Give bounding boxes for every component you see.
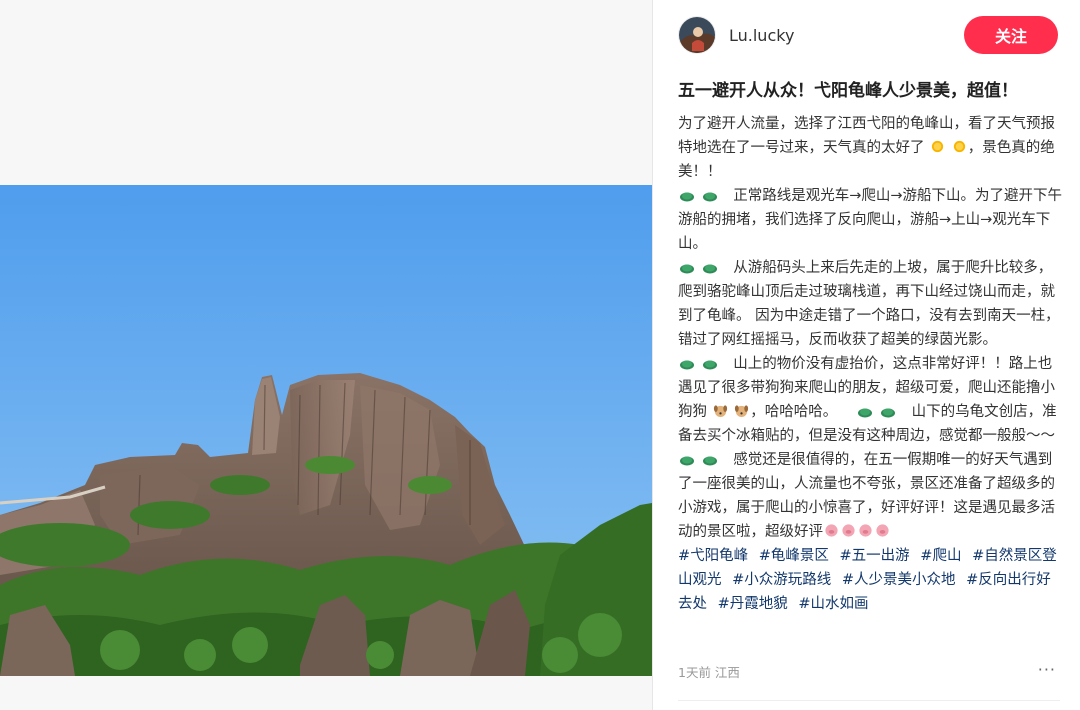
tag-link[interactable]: #龟峰景区	[759, 548, 829, 564]
turtle-emoji-icon	[680, 360, 694, 370]
paragraph-3-text: 从游船码头上来后先走的上坡，属于爬升比较多，爬到骆驼峰山顶后走过玻璃栈道，再下山…	[678, 260, 1060, 348]
turtle-emoji-icon	[702, 264, 717, 274]
turtle-emoji-icon	[680, 456, 694, 466]
tag-link[interactable]: #山水如画	[798, 596, 868, 612]
paragraph-3: 从游船码头上来后先走的上坡，属于爬升比较多，爬到骆驼峰山顶后走过玻璃栈道，再下山…	[678, 256, 1063, 352]
post-time-location: 1天前 江西	[678, 665, 740, 680]
note-detail-pane: Lu.lucky 关注 五一避开人从众！弋阳龟峰人少景美，超值！ 为了避开人流量…	[653, 0, 1080, 710]
pig-emoji-icon	[842, 524, 855, 537]
dog-emoji-icon	[713, 405, 727, 418]
tag-link[interactable]: #爬山	[920, 548, 961, 564]
section-divider	[678, 700, 1060, 701]
tag-list: #弋阳龟峰 #龟峰景区 #五一出游 #爬山 #自然景区登山观光 #小众游玩路线 …	[678, 544, 1063, 616]
note-title: 五一避开人从众！弋阳龟峰人少景美，超值！	[678, 81, 1018, 101]
avatar-image	[679, 17, 715, 53]
mountain-landscape-image	[0, 185, 652, 676]
pig-emoji-icon	[876, 524, 889, 537]
tag-link[interactable]: #小众游玩路线	[732, 572, 831, 588]
media-pane	[0, 0, 652, 710]
more-options-button[interactable]: ···	[1038, 660, 1056, 679]
turtle-emoji-icon	[702, 456, 717, 466]
paragraph-4: 山上的物价没有虚抬价，这点非常好评！！路上也遇见了很多带狗狗来爬山的朋友，超级可…	[678, 352, 1063, 448]
note-content: 五一避开人从众！弋阳龟峰人少景美，超值！ 为了避开人流量，选择了江西弋阳的龟峰山…	[678, 78, 1063, 616]
paragraph-4-text-b: ，哈哈哈哈。	[750, 404, 838, 420]
sun-emoji-icon	[953, 140, 965, 153]
sun-emoji-icon	[931, 140, 944, 153]
turtle-emoji-icon	[858, 408, 873, 418]
turtle-emoji-icon	[680, 192, 694, 202]
paragraph-1: 为了避开人流量，选择了江西弋阳的龟峰山，看了天气预报特地选在了一号过来，天气真的…	[678, 112, 1063, 184]
avatar[interactable]	[678, 16, 716, 54]
tag-link[interactable]: #人少景美小众地	[842, 572, 956, 588]
post-photo[interactable]	[0, 185, 652, 676]
follow-button[interactable]: 关注	[964, 16, 1058, 54]
tag-link[interactable]: #弋阳龟峰	[678, 548, 748, 564]
turtle-emoji-icon	[881, 408, 896, 418]
paragraph-5: 感觉还是很值得的，在五一假期唯一的好天气遇到了一座很美的山，人流量也不夸张，景区…	[678, 448, 1063, 544]
pig-emoji-icon	[825, 524, 838, 537]
note-body: 为了避开人流量，选择了江西弋阳的龟峰山，看了天气预报特地选在了一号过来，天气真的…	[678, 112, 1063, 616]
paragraph-2-text: 正常路线是观光车→爬山→游船下山。为了避开下午游船的拥堵，我们选择了反向爬山，游…	[678, 188, 1063, 252]
tag-link[interactable]: #五一出游	[840, 548, 910, 564]
paragraph-2: 正常路线是观光车→爬山→游船下山。为了避开下午游船的拥堵，我们选择了反向爬山，游…	[678, 184, 1063, 256]
turtle-emoji-icon	[680, 264, 694, 274]
author-name[interactable]: Lu.lucky	[729, 26, 794, 45]
turtle-emoji-icon	[702, 192, 717, 202]
author-info[interactable]: Lu.lucky	[678, 16, 794, 54]
dog-emoji-icon	[735, 405, 749, 418]
pig-emoji-icon	[859, 524, 872, 537]
tag-link[interactable]: #丹霞地貌	[718, 596, 788, 612]
turtle-emoji-icon	[702, 360, 717, 370]
